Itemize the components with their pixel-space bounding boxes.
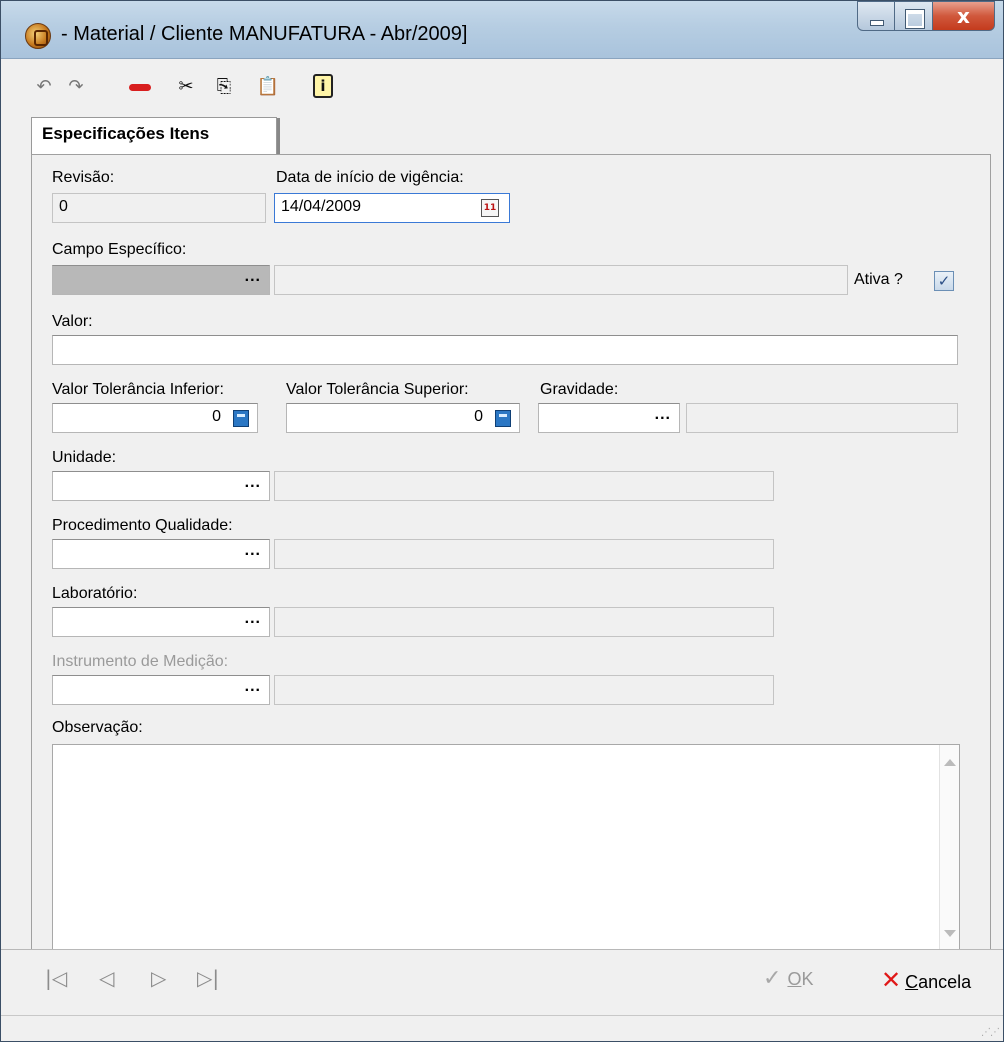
- gravidade-label: Gravidade:: [540, 381, 619, 398]
- scroll-down-icon[interactable]: [944, 930, 956, 937]
- close-icon: x: [957, 4, 970, 28]
- tolerancia-superior-label: Valor Tolerância Superior:: [286, 381, 469, 398]
- tolerancia-inferior-label: Valor Tolerância Inferior:: [52, 381, 224, 398]
- close-button[interactable]: x: [933, 1, 995, 31]
- data-vigencia-value: 14/04/2009: [281, 198, 362, 215]
- stop-icon[interactable]: [127, 74, 153, 100]
- scroll-up-icon[interactable]: [944, 759, 956, 766]
- revisao-field: 0: [52, 193, 266, 223]
- navigation-bar: |◁ ◁ ▷ ▷| ✓ OK ✕ Cancela: [1, 949, 1003, 1015]
- procedimento-qualidade-description-field: [274, 539, 774, 569]
- valor-label: Valor:: [52, 313, 93, 330]
- caption-buttons: x: [857, 1, 995, 31]
- gravidade-lookup-button[interactable]: ...: [655, 406, 671, 424]
- cut-icon[interactable]: ✂: [173, 74, 199, 100]
- observacao-label: Observação:: [52, 719, 143, 736]
- observacao-scrollbar[interactable]: [939, 745, 959, 951]
- undo-icon[interactable]: ↶: [31, 74, 57, 100]
- campo-especifico-lookup-button[interactable]: ...: [245, 268, 261, 286]
- copy-icon[interactable]: ⎘: [211, 74, 237, 100]
- data-vigencia-label: Data de início de vigência:: [276, 169, 464, 186]
- calendar-icon[interactable]: 11: [481, 199, 499, 217]
- info-icon[interactable]: i: [313, 74, 333, 98]
- unidade-code-field[interactable]: ...: [52, 471, 270, 501]
- cancel-label: ancela: [918, 972, 972, 992]
- calculator-icon[interactable]: [233, 410, 249, 427]
- ok-label-mnemonic: O: [787, 969, 802, 989]
- window-title: - Material / Cliente MANUFATURA - Abr/20…: [61, 23, 468, 45]
- gravidade-code-field[interactable]: ...: [538, 403, 680, 433]
- valor-field[interactable]: [52, 335, 958, 365]
- campo-especifico-code-field[interactable]: ...: [52, 265, 270, 295]
- first-record-icon[interactable]: |◁: [45, 966, 67, 990]
- tab-panel: Revisão: 0 Data de início de vigência: 1…: [31, 154, 991, 951]
- paste-icon[interactable]: 📋: [255, 74, 281, 100]
- laboratorio-description-field: [274, 607, 774, 637]
- next-record-icon[interactable]: ▷: [151, 966, 166, 990]
- procedimento-qualidade-code-field[interactable]: ...: [52, 539, 270, 569]
- laboratorio-lookup-button[interactable]: ...: [245, 610, 261, 628]
- minimize-button[interactable]: [857, 1, 895, 31]
- cancel-x-icon: ✕: [881, 966, 902, 994]
- tolerancia-inferior-field[interactable]: 0: [52, 403, 258, 433]
- previous-record-icon[interactable]: ◁: [99, 966, 114, 990]
- dialog-window: - Material / Cliente MANUFATURA - Abr/20…: [0, 0, 1004, 1042]
- app-icon[interactable]: [25, 23, 51, 49]
- ativa-label: Ativa ?: [854, 271, 903, 288]
- toolbar: ↶ ↷ ✂ ⎘ 📋 i: [1, 60, 1003, 116]
- ok-button[interactable]: ✓ OK: [763, 966, 813, 991]
- unidade-label: Unidade:: [52, 449, 117, 466]
- tolerancia-inferior-value: 0: [212, 408, 221, 425]
- observacao-textarea[interactable]: [52, 744, 960, 951]
- status-bar: ⋰⋰: [1, 1015, 1003, 1041]
- checkmark-icon: ✓: [763, 966, 782, 991]
- instrumento-medicao-lookup-button[interactable]: ...: [245, 678, 261, 696]
- redo-icon[interactable]: ↷: [63, 74, 89, 100]
- campo-especifico-label: Campo Específico:: [52, 241, 187, 258]
- tab-especificacoes-itens[interactable]: Especificações Itens: [31, 117, 280, 156]
- maximize-button[interactable]: [895, 1, 933, 31]
- data-vigencia-field[interactable]: 14/04/2009 11: [274, 193, 510, 223]
- unidade-description-field: [274, 471, 774, 501]
- last-record-icon[interactable]: ▷|: [197, 966, 219, 990]
- revisao-label: Revisão:: [52, 169, 115, 186]
- ativa-checkbox[interactable]: ✓: [934, 271, 954, 291]
- cancel-label-mnemonic: C: [905, 972, 919, 992]
- title-bar: - Material / Cliente MANUFATURA - Abr/20…: [1, 1, 1003, 59]
- instrumento-medicao-description-field: [274, 675, 774, 705]
- calculator-icon[interactable]: [495, 410, 511, 427]
- ok-label: K: [801, 969, 814, 989]
- procedimento-qualidade-lookup-button[interactable]: ...: [245, 542, 261, 560]
- instrumento-medicao-code-field[interactable]: ...: [52, 675, 270, 705]
- cancel-button[interactable]: ✕ Cancela: [881, 966, 971, 994]
- tolerancia-superior-field[interactable]: 0: [286, 403, 520, 433]
- tolerancia-superior-value: 0: [474, 408, 483, 425]
- laboratorio-code-field[interactable]: ...: [52, 607, 270, 637]
- resize-grip-icon[interactable]: ⋰⋰: [981, 1027, 1000, 1038]
- instrumento-medicao-label: Instrumento de Medição:: [52, 653, 229, 670]
- gravidade-description-field: [686, 403, 958, 433]
- unidade-lookup-button[interactable]: ...: [245, 474, 261, 492]
- laboratorio-label: Laboratório:: [52, 585, 138, 602]
- campo-especifico-description-field: [274, 265, 848, 295]
- procedimento-qualidade-label: Procedimento Qualidade:: [52, 517, 233, 534]
